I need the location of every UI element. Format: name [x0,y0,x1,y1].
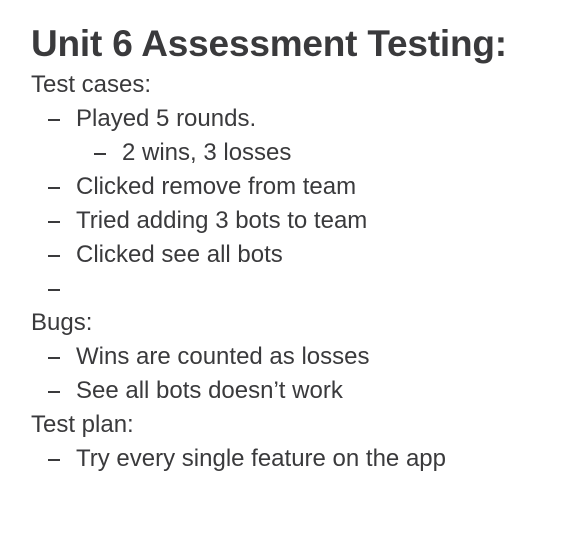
list-item-text: Clicked see all bots [76,241,283,268]
list-item-text: See all bots doesn’t work [76,377,343,404]
list-item-text: Tried adding 3 bots to team [76,207,368,234]
section-heading-test-cases[interactable]: Test cases: [31,68,561,102]
note-title[interactable]: Unit 6 Assessment Testing: [31,22,561,66]
list-item[interactable]: Tried adding 3 bots to team [31,204,561,238]
list-item[interactable]: Try every single feature on the app [31,442,561,476]
list-item-nested[interactable]: 2 wins, 3 losses [31,136,561,170]
list-item[interactable]: Clicked remove from team [31,170,561,204]
list-item-text: Try every single feature on the app [76,445,446,472]
list-item[interactable]: Played 5 rounds. [31,102,561,136]
list-item-text: Played 5 rounds. [76,105,257,132]
list-item-text: Clicked remove from team [76,173,357,200]
section-heading-test-plan[interactable]: Test plan: [31,408,561,442]
list-item[interactable]: Wins are counted as losses [31,340,561,374]
list-item-empty[interactable] [31,272,561,306]
list-item[interactable]: Clicked see all bots [31,238,561,272]
list-item-text: 2 wins, 3 losses [122,139,292,166]
list-item[interactable]: See all bots doesn’t work [31,374,561,408]
note-body[interactable]: Unit 6 Assessment Testing: Test cases: P… [31,22,561,476]
section-heading-bugs[interactable]: Bugs: [31,306,561,340]
list-item-text: Wins are counted as losses [76,343,370,370]
